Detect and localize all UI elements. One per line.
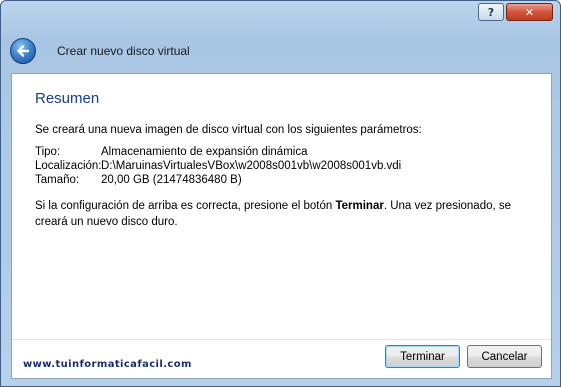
page-heading: Resumen <box>35 90 100 107</box>
back-button[interactable] <box>10 38 36 64</box>
param-value: 20,00 GB (21474836480 B) <box>101 174 242 186</box>
wizard-header: Crear nuevo disco virtual <box>1 25 560 73</box>
content-panel: Resumen Se creará una nueva imagen de di… <box>11 73 552 379</box>
divider <box>12 339 551 340</box>
cancel-button[interactable]: Cancelar <box>467 345 542 368</box>
finish-keyword: Terminar <box>335 200 384 212</box>
outro-text: Si la configuración de arriba es correct… <box>35 198 540 230</box>
wizard-title: Crear nuevo disco virtual <box>57 44 190 58</box>
back-arrow-icon <box>17 45 30 57</box>
param-value: D:\MaruinasVirtualesVBox\w2008s001vb\w20… <box>101 160 402 172</box>
param-label: Tamaño: <box>35 174 80 186</box>
param-value: Almacenamiento de expansión dinámica <box>101 146 308 158</box>
wizard-window: ? ✕ Crear nuevo disco virtual Resumen Se… <box>0 0 561 387</box>
watermark-link: www.tuinformaticafacil.com <box>23 359 192 370</box>
close-button[interactable]: ✕ <box>506 3 553 21</box>
intro-text: Se creará una nueva imagen de disco virt… <box>35 124 422 136</box>
finish-button[interactable]: Terminar <box>385 345 460 368</box>
title-bar: ? ✕ <box>1 1 560 25</box>
outro-text-start: Si la configuración de arriba es correct… <box>35 200 336 212</box>
help-button[interactable]: ? <box>478 3 504 21</box>
param-label: Tipo: <box>35 146 61 158</box>
param-label: Localización: <box>35 160 102 172</box>
